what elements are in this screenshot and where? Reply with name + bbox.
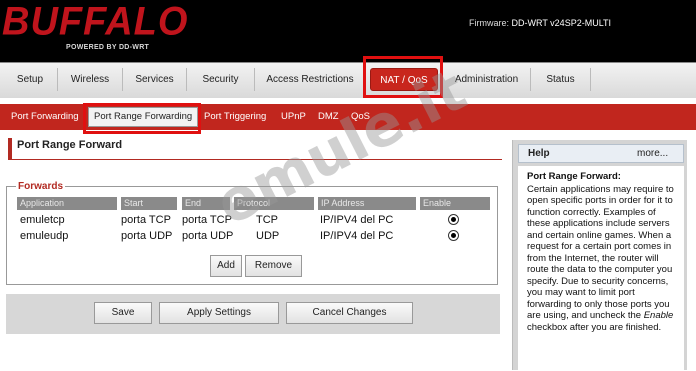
tab-wireless[interactable]: Wireless (58, 68, 123, 91)
tab-access-restrictions[interactable]: Access Restrictions (255, 68, 365, 91)
help-more-link[interactable]: more... (637, 148, 668, 159)
help-text-part-1: Certain applications may require to open… (527, 183, 674, 322)
main-nav: Setup Wireless Services Security Access … (0, 62, 696, 98)
cancel-changes-button[interactable]: Cancel Changes (286, 302, 413, 324)
firmware-label: Firmware: (469, 18, 509, 28)
subtab-port-forwarding[interactable]: Port Forwarding (11, 104, 79, 130)
row-1-application: emuletcp (20, 214, 65, 226)
tab-services[interactable]: Services (123, 68, 187, 91)
row-1-start: porta TCP (121, 214, 171, 226)
logo-tagline: POWERED BY DD-WRT (66, 44, 150, 51)
row-2-protocol: UDP (256, 230, 280, 242)
help-body: Port Range Forward: Certain applications… (518, 166, 684, 371)
tab-security[interactable]: Security (187, 68, 255, 91)
help-subtitle: Port Range Forward: (527, 171, 621, 182)
row-2-end: porta UDP (182, 230, 234, 242)
help-text-enable: Enable (643, 310, 674, 321)
firmware-info: Firmware: DD-WRT v24SP2-MULTI (469, 18, 611, 28)
remove-button[interactable]: Remove (245, 255, 302, 277)
row-2-start: porta UDP (121, 230, 173, 242)
forwards-legend: Forwards (16, 181, 66, 192)
subtab-port-range-forwarding[interactable]: Port Range Forwarding (88, 107, 199, 127)
header: BUFFALO POWERED BY DD-WRT Firmware: DD-W… (0, 0, 696, 62)
column-header-start: Start (121, 197, 177, 210)
save-button[interactable]: Save (94, 302, 152, 324)
tab-status[interactable]: Status (531, 68, 591, 91)
subtab-upnp[interactable]: UPnP (281, 104, 306, 130)
row-2-ip: IP/IPV4 del PC (320, 230, 394, 242)
help-title: Help (528, 148, 550, 159)
tab-setup[interactable]: Setup (3, 68, 58, 91)
add-button[interactable]: Add (210, 255, 242, 277)
row-2-application: emuleudp (20, 230, 69, 242)
row-1-enable-checkbox[interactable] (448, 214, 459, 225)
firmware-version: DD-WRT v24SP2-MULTI (511, 18, 612, 28)
row-2-enable-checkbox[interactable] (448, 230, 459, 241)
column-header-enable: Enable (420, 197, 490, 210)
help-text-part-2: checkbox after you are finished. (527, 321, 662, 333)
column-header-ip-address: IP Address (318, 197, 416, 210)
subtab-port-triggering[interactable]: Port Triggering (204, 104, 266, 130)
buffalo-logo: BUFFALO (2, 0, 189, 45)
row-1-ip: IP/IPV4 del PC (320, 214, 394, 226)
help-text: Certain applications may require to open… (527, 184, 675, 334)
apply-settings-button[interactable]: Apply Settings (159, 302, 279, 324)
column-header-application: Application (17, 197, 117, 210)
